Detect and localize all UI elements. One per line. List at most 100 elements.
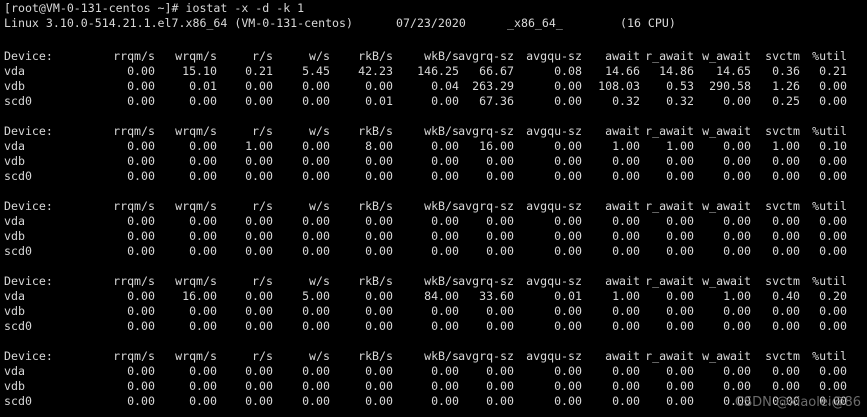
cell-svctm: 0.00 [772,229,800,243]
column-header-rrqm-s: rrqm/s [113,124,155,138]
column-header-svctm: svctm [765,274,800,288]
cell-w-s: 0.00 [302,139,330,153]
cell-w-s: 0.00 [302,319,330,333]
device-row: vdb 0.00 0.00 0.00 0.00 0.00 0.00 0.00 0.00 0.00 0… [4,229,864,244]
column-header-rkb-s: rkB/s [358,49,393,63]
cell-device: vda [4,364,25,378]
cell-device: scd0 [4,319,32,333]
cell-avgqu-sz: 0.00 [554,319,582,333]
cell-avgqu-sz: 0.00 [554,154,582,168]
column-header-wrqm-s: wrqm/s [175,274,217,288]
cell-device: scd0 [4,94,32,108]
cell-r-s: 0.00 [245,229,273,243]
cell-w-await: 0.00 [723,229,751,243]
cell-rkb-s: 0.00 [365,79,393,93]
cell-rrqm-s: 0.00 [127,229,155,243]
cell-w-s: 0.00 [302,364,330,378]
cell-wrqm-s: 0.00 [189,214,217,228]
cell-avgrq-sz: 0.00 [486,169,514,183]
cell-r-await: 0.00 [666,229,694,243]
cell-util: 0.00 [819,154,847,168]
cell-r-s: 0.00 [245,394,273,408]
cell-rrqm-s: 0.00 [127,169,155,183]
cell-r-await: 0.00 [666,319,694,333]
cell-r-s: 0.00 [245,169,273,183]
cell-rkb-s: 0.00 [365,304,393,318]
column-header-avgrq-sz: avgrq-sz [458,199,514,213]
cell-await: 0.00 [612,244,640,258]
cell-r-s: 0.00 [245,79,273,93]
cell-wkb-s: 0.00 [431,214,459,228]
column-header-device: Device: [4,199,53,213]
cell-wrqm-s: 0.00 [189,394,217,408]
cell-wkb-s: 0.00 [431,154,459,168]
cell-avgqu-sz: 0.00 [554,94,582,108]
cell-svctm: 0.00 [772,214,800,228]
cell-svctm: 0.36 [772,64,800,78]
cell-svctm: 0.00 [772,169,800,183]
column-header-await: await [605,199,640,213]
cell-w-await: 0.00 [723,169,751,183]
cell-r-await: 0.00 [666,304,694,318]
cell-rkb-s: 0.00 [365,394,393,408]
column-header-w-await: w_await [702,274,751,288]
cell-rkb-s: 0.00 [365,154,393,168]
cell-r-await: 0.00 [666,364,694,378]
cell-svctm: 1.26 [772,79,800,93]
column-header-r-await: r_await [645,199,694,213]
terminal-window[interactable]: [root@VM-0-131-centos ~]# iostat -x -d -… [0,0,867,417]
cell-wkb-s: 0.00 [431,379,459,393]
cell-w-s: 5.45 [302,64,330,78]
cell-rkb-s: 0.01 [365,94,393,108]
device-row: scd0 0.00 0.00 0.00 0.00 0.00 0.00 0.00 0.00 0.00… [4,169,864,184]
column-header-w-await: w_await [702,49,751,63]
cell-svctm: 0.00 [772,154,800,168]
column-header-w-s: w/s [309,274,330,288]
column-header-w-await: w_await [702,124,751,138]
cell-r-s: 1.00 [245,139,273,153]
column-header-r-await: r_await [645,349,694,363]
cell-r-s: 0.00 [245,364,273,378]
column-header-await: await [605,49,640,63]
cell-device: vdb [4,154,25,168]
cell-r-s: 0.21 [245,64,273,78]
column-header-wkb-s: wkB/s [424,49,459,63]
cell-r-await: 0.53 [666,79,694,93]
cell-w-await: 0.00 [723,154,751,168]
cell-w-s: 0.00 [302,214,330,228]
cell-util: 0.00 [819,214,847,228]
column-header-avgqu-sz: avgqu-sz [526,349,582,363]
device-row: scd0 0.00 0.00 0.00 0.00 0.01 0.00 67.36 0.00 0.3… [4,94,864,109]
cell-r-await: 1.00 [666,139,694,153]
cell-device: vdb [4,304,25,318]
report-date: 07/23/2020 [396,16,466,30]
cell-device: scd0 [4,394,32,408]
cell-await: 0.00 [612,214,640,228]
cell-rrqm-s: 0.00 [127,64,155,78]
cell-rrqm-s: 0.00 [127,244,155,258]
cell-w-await: 1.00 [723,289,751,303]
cell-w-s: 5.00 [302,289,330,303]
cell-r-s: 0.00 [245,304,273,318]
cell-w-s: 0.00 [302,94,330,108]
cell-device: vdb [4,379,25,393]
cell-w-await: 0.00 [723,214,751,228]
cell-svctm: 1.00 [772,139,800,153]
cell-r-await: 0.00 [666,244,694,258]
cell-wrqm-s: 0.00 [189,364,217,378]
column-header-wrqm-s: wrqm/s [175,124,217,138]
column-header-device: Device: [4,274,53,288]
cell-avgqu-sz: 0.00 [554,379,582,393]
cell-device: scd0 [4,169,32,183]
cell-avgqu-sz: 0.00 [554,244,582,258]
cell-device: vda [4,64,25,78]
cell-r-await: 14.86 [659,64,694,78]
cell-r-s: 0.00 [245,289,273,303]
cell-util: 0.00 [819,229,847,243]
cell-util: 0.00 [819,79,847,93]
cell-avgrq-sz: 16.00 [479,139,514,153]
column-header-rrqm-s: rrqm/s [113,49,155,63]
cell-util: 0.00 [819,364,847,378]
cell-avgrq-sz: 263.29 [472,79,514,93]
column-header-avgrq-sz: avgrq-sz [458,124,514,138]
